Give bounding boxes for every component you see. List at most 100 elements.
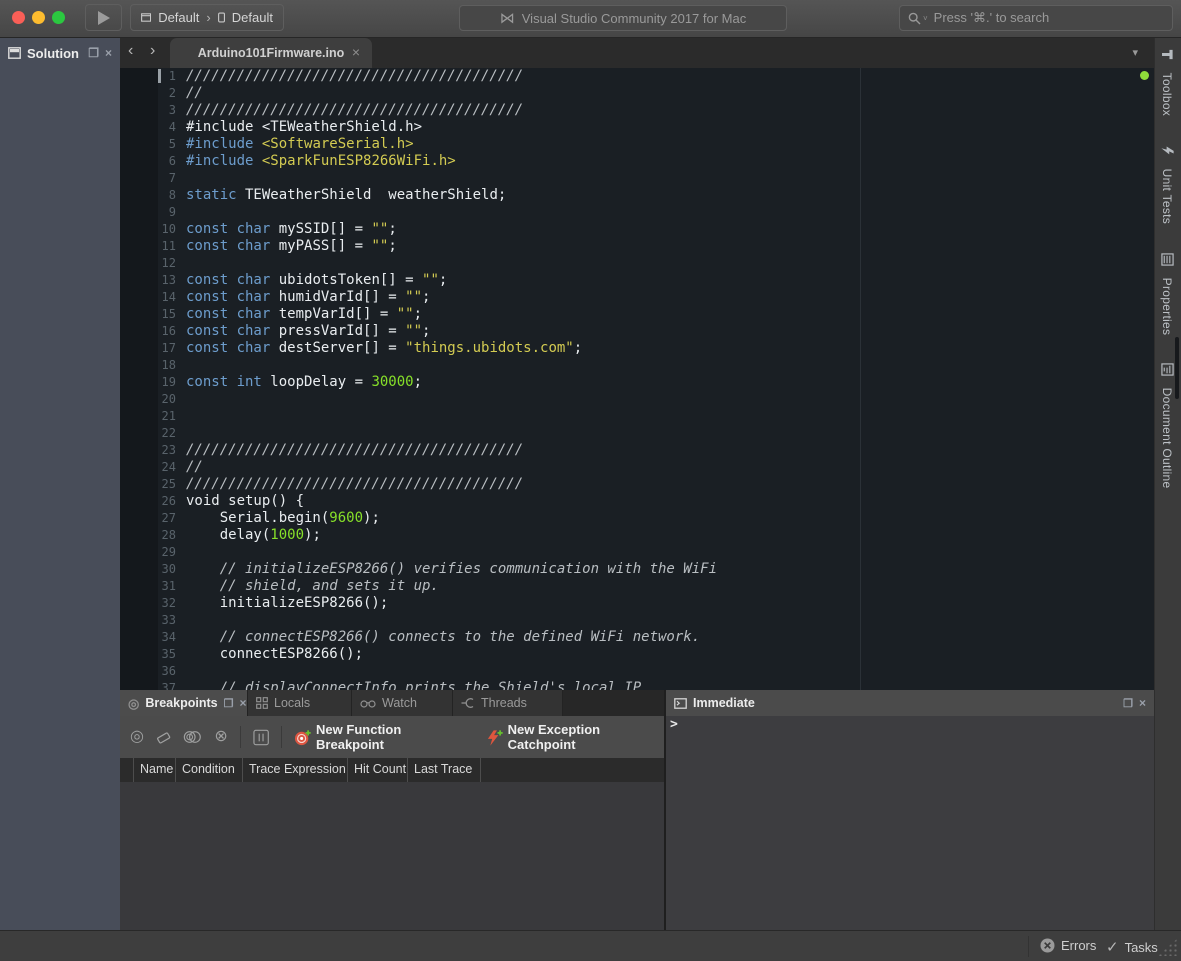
watch-glasses-icon — [360, 699, 376, 708]
line-number[interactable]: 34 — [120, 629, 184, 646]
code-line: 2// — [120, 85, 1154, 102]
run-button[interactable] — [85, 4, 122, 31]
error-health-indicator — [1140, 71, 1149, 80]
column-trace-expression[interactable]: Trace Expression — [243, 758, 348, 782]
unit-tests-lightning-icon — [1160, 144, 1174, 157]
tab-unit-tests[interactable]: Unit Tests — [1160, 143, 1174, 224]
line-number[interactable]: 14 — [120, 289, 184, 306]
line-number[interactable]: 15 — [120, 306, 184, 323]
clear-breakpoints-eraser-icon[interactable] — [156, 731, 171, 744]
errors-button[interactable]: Errors — [1040, 938, 1096, 953]
remove-breakpoint-icon[interactable]: ⊗ — [214, 729, 227, 745]
line-number[interactable]: 29 — [120, 544, 184, 561]
debug-pad-tabstrip: ◎ Breakpoints ❐ × Locals Watch — [120, 690, 664, 716]
build-configuration-selector[interactable]: Default › Default — [130, 4, 284, 31]
new-function-breakpoint-button[interactable]: New Function Breakpoint — [294, 722, 466, 752]
zoom-window-button[interactable] — [52, 11, 65, 24]
line-number[interactable]: 9 — [120, 204, 184, 221]
new-exception-catchpoint-button[interactable]: New Exception Catchpoint — [486, 722, 665, 752]
config-separator: › — [206, 10, 210, 25]
tab-threads[interactable]: Threads — [453, 690, 563, 716]
disable-all-breakpoints-icon[interactable] — [183, 729, 202, 745]
column-condition[interactable]: Condition — [176, 758, 243, 782]
line-number[interactable]: 3 — [120, 102, 184, 119]
tab-properties[interactable]: Properties — [1160, 253, 1174, 335]
solution-pad-header[interactable]: Solution ❐ × — [0, 38, 120, 68]
line-number[interactable]: 32 — [120, 595, 184, 612]
line-number[interactable]: 27 — [120, 510, 184, 527]
navigate-back-icon[interactable]: ‹ — [128, 42, 133, 60]
tab-locals[interactable]: Locals — [248, 690, 352, 716]
column-last-trace[interactable]: Last Trace — [408, 758, 481, 782]
line-number[interactable]: 8 — [120, 187, 184, 204]
line-number[interactable]: 10 — [120, 221, 184, 238]
line-number[interactable]: 4 — [120, 119, 184, 136]
tasks-button[interactable]: ✓ Tasks — [1106, 938, 1158, 956]
scrollbar-thumb[interactable] — [1175, 337, 1179, 399]
close-pad-icon[interactable]: × — [1139, 696, 1146, 710]
navigate-forward-icon[interactable]: › — [150, 42, 155, 60]
line-number[interactable]: 2 — [120, 85, 184, 102]
code-editor[interactable]: 1///////////////////////////////////////… — [120, 68, 1154, 690]
close-tab-icon[interactable]: × — [352, 44, 360, 60]
close-window-button[interactable] — [12, 11, 25, 24]
line-number[interactable]: 21 — [120, 408, 184, 425]
line-number[interactable]: 6 — [120, 153, 184, 170]
immediate-console-icon — [674, 698, 687, 709]
breakpoints-table-header: Name Condition Trace Expression Hit Coun… — [120, 758, 664, 782]
line-number[interactable]: 16 — [120, 323, 184, 340]
columns-options-icon[interactable] — [253, 729, 269, 746]
line-number[interactable]: 5 — [120, 136, 184, 153]
column-blank — [120, 758, 134, 782]
new-breakpoint-icon[interactable]: ◎ — [130, 729, 144, 745]
search-input[interactable]: ˅ Press '⌘.' to search — [899, 5, 1173, 31]
line-number[interactable]: 35 — [120, 646, 184, 663]
line-number[interactable]: 36 — [120, 663, 184, 680]
line-number[interactable]: 19 — [120, 374, 184, 391]
line-number[interactable]: 7 — [120, 170, 184, 187]
code-line: 33 — [120, 612, 1154, 629]
line-number[interactable]: 25 — [120, 476, 184, 493]
line-number[interactable]: 13 — [120, 272, 184, 289]
column-name[interactable]: Name — [134, 758, 176, 782]
line-number[interactable]: 30 — [120, 561, 184, 578]
line-number[interactable]: 26 — [120, 493, 184, 510]
line-number[interactable]: 20 — [120, 391, 184, 408]
column-hit-count[interactable]: Hit Count — [348, 758, 408, 782]
immediate-console[interactable]: > — [666, 716, 1154, 930]
float-pad-icon[interactable]: ❐ — [1123, 697, 1133, 710]
line-number[interactable]: 28 — [120, 527, 184, 544]
float-pad-icon[interactable]: ❐ — [88, 46, 99, 60]
exception-catchpoint-lightning-icon — [486, 729, 503, 746]
line-number[interactable]: 33 — [120, 612, 184, 629]
tab-arduino101firmware[interactable]: Arduino101Firmware.ino × — [170, 38, 372, 68]
device-label: Default — [232, 10, 273, 25]
line-number[interactable]: 37 — [120, 680, 184, 690]
line-number[interactable]: 24 — [120, 459, 184, 476]
line-number[interactable]: 17 — [120, 340, 184, 357]
document-tabbar: ‹ › Arduino101Firmware.ino × ▾ — [120, 38, 1154, 68]
tasks-check-icon: ✓ — [1106, 938, 1119, 956]
tab-watch[interactable]: Watch — [352, 690, 453, 716]
close-pad-icon[interactable]: × — [239, 696, 246, 710]
line-number[interactable]: 23 — [120, 442, 184, 459]
code-line: 28 delay(1000); — [120, 527, 1154, 544]
close-pad-icon[interactable]: × — [105, 46, 112, 60]
tab-document-outline[interactable]: Document Outline — [1160, 363, 1174, 489]
line-number[interactable]: 11 — [120, 238, 184, 255]
tab-breakpoints[interactable]: ◎ Breakpoints ❐ × — [120, 690, 248, 716]
float-pad-icon[interactable]: ❐ — [224, 697, 234, 710]
tab-list-dropdown-icon[interactable]: ▾ — [1132, 46, 1138, 59]
immediate-pad-header[interactable]: Immediate ❐ × — [666, 690, 1154, 716]
code-content[interactable]: 1///////////////////////////////////////… — [120, 68, 1154, 690]
line-number[interactable]: 22 — [120, 425, 184, 442]
line-number[interactable]: 18 — [120, 357, 184, 374]
breakpoints-list[interactable] — [120, 782, 664, 930]
line-number[interactable]: 1 — [120, 68, 184, 85]
line-number[interactable]: 31 — [120, 578, 184, 595]
line-number[interactable]: 12 — [120, 255, 184, 272]
minimize-window-button[interactable] — [32, 11, 45, 24]
tab-label: Arduino101Firmware.ino — [198, 46, 345, 60]
main-toolbar: Default › Default ⋈ Visual Studio Commun… — [0, 0, 1181, 38]
tab-toolbox[interactable]: Toolbox — [1160, 48, 1174, 116]
